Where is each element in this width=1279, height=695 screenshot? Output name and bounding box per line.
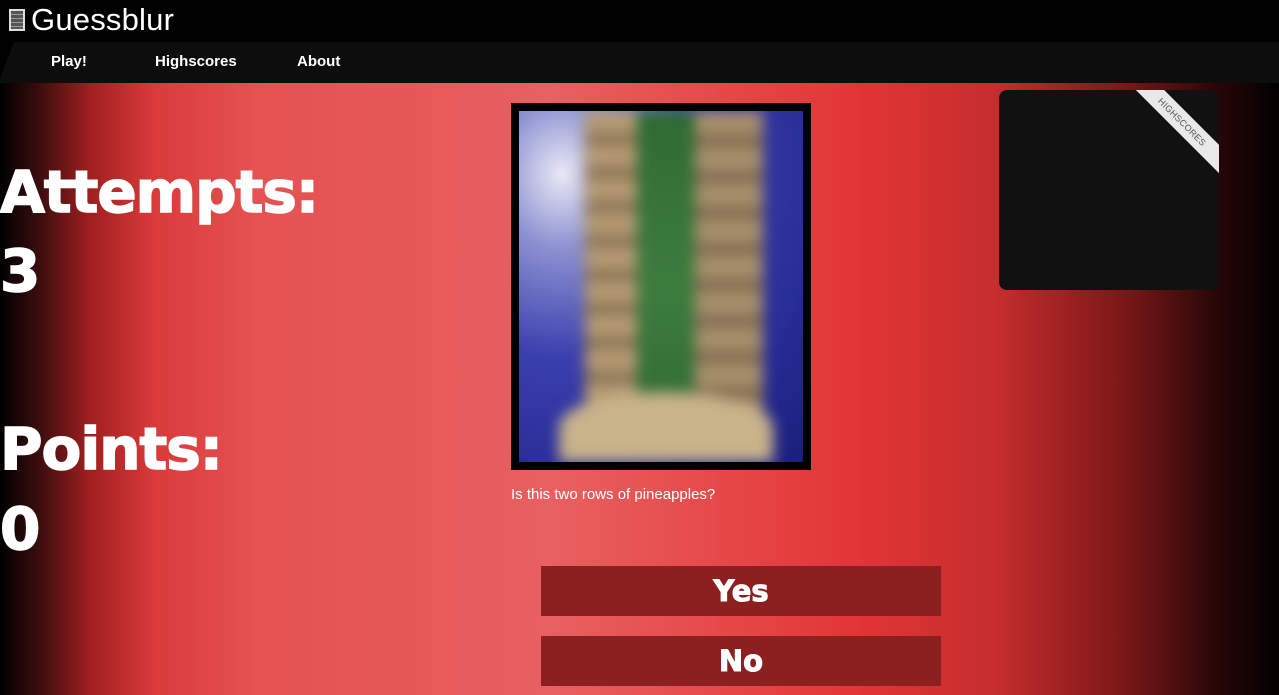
blurred-photo (519, 111, 803, 462)
app-title: Guessblur (31, 2, 175, 37)
blurred-photo-frame (511, 103, 811, 470)
nav-item-play[interactable]: Play! (51, 53, 87, 70)
brand[interactable]: Guessblur (9, 2, 174, 38)
attempts-value: 3 (0, 236, 41, 306)
nav-bar: Play! Highscores About (0, 42, 1279, 83)
top-bar: Guessblur (0, 0, 1279, 42)
nav-item-highscores[interactable]: Highscores (155, 53, 237, 70)
calculator-icon (9, 9, 25, 31)
question-text: Is this two rows of pineapples? (511, 486, 716, 503)
highscores-ribbon[interactable]: HIGHSCORES (1128, 90, 1219, 176)
yes-button[interactable]: Yes (541, 566, 941, 616)
highscores-panel: HIGHSCORES (999, 90, 1219, 290)
points-value: 0 (0, 494, 41, 564)
nav-item-about[interactable]: About (297, 53, 340, 70)
no-button[interactable]: No (541, 636, 941, 686)
points-label: Points: (0, 414, 224, 484)
attempts-label: Attempts: (0, 157, 320, 227)
